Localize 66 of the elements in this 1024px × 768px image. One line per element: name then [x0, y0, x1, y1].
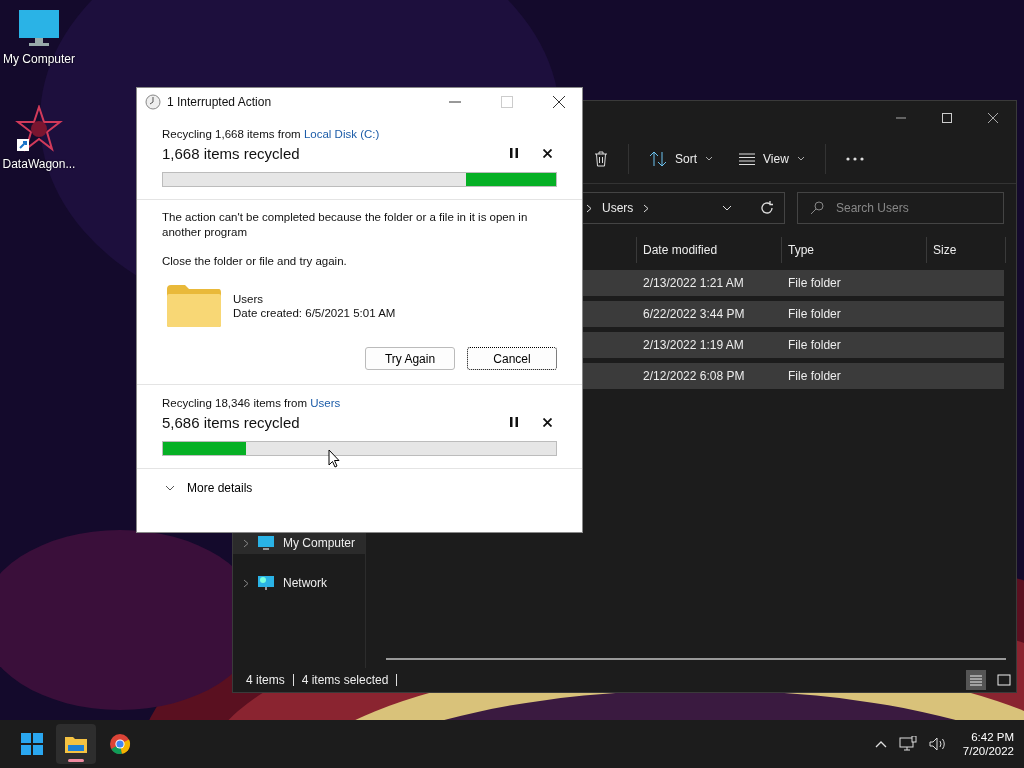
chevron-up-icon[interactable]	[874, 740, 887, 748]
lines-icon	[739, 153, 755, 165]
breadcrumb[interactable]: Users	[602, 201, 634, 215]
close-icon[interactable]	[553, 96, 565, 108]
star-shortcut-icon[interactable]	[15, 105, 63, 153]
clock-icon	[145, 94, 161, 110]
error-hint: Close the folder or file and try again.	[162, 254, 348, 269]
progress-status: 5,686 items recycled	[162, 413, 300, 431]
dropdown-icon[interactable]	[722, 205, 732, 211]
trash-icon[interactable]	[594, 151, 608, 167]
view-button[interactable]: View	[733, 148, 811, 170]
folder-icon	[64, 734, 88, 754]
dialog-button[interactable]: Cancel	[467, 347, 557, 370]
pause-icon[interactable]	[510, 148, 518, 158]
item-count: 4 items	[246, 673, 285, 687]
search-field[interactable]: Search Users	[797, 192, 1004, 224]
folder-icon	[165, 283, 223, 329]
details-view-button[interactable]	[966, 670, 986, 690]
list-icon	[969, 674, 983, 686]
expand-icon[interactable]	[243, 578, 249, 588]
sort-button[interactable]: Sort	[643, 147, 719, 171]
expand-icon[interactable]	[243, 538, 249, 548]
column-header[interactable]: Type	[781, 237, 927, 263]
mouse-cursor	[328, 449, 340, 468]
caret-icon	[705, 156, 713, 162]
window-title: 1 Interrupted Action	[167, 95, 272, 109]
chevron-right-icon[interactable]	[643, 203, 650, 213]
windows-icon	[21, 733, 43, 755]
monitor-icon[interactable]	[17, 8, 61, 48]
maximize-icon	[501, 96, 513, 108]
progress-status: 1,668 items recycled	[162, 144, 300, 162]
clock[interactable]: 6:42 PM 7/20/2022	[962, 731, 1014, 757]
item-name: Users	[233, 293, 265, 305]
taskbar-app[interactable]	[56, 724, 96, 764]
caret-icon	[796, 156, 805, 162]
scrollbar[interactable]	[386, 658, 1007, 660]
network-icon[interactable]	[898, 736, 917, 752]
network-icon	[257, 575, 275, 591]
close-icon[interactable]	[542, 148, 552, 158]
desktop-icon-label[interactable]: My Computer	[3, 52, 75, 66]
browser-icon	[109, 733, 131, 755]
dialog-button[interactable]: Try Again	[365, 347, 455, 370]
error-message: The action can't be completed because the folder or a file in it is open in another program	[162, 210, 529, 240]
source-link[interactable]: Users	[310, 397, 341, 409]
maximize-icon[interactable]	[942, 113, 952, 123]
source-link[interactable]: Local Disk (C:)	[303, 128, 380, 140]
close-icon[interactable]	[542, 417, 552, 427]
more-icon[interactable]	[845, 157, 864, 161]
desktop-icon-label[interactable]: DataWagon...	[2, 157, 76, 171]
volume-icon[interactable]	[928, 737, 947, 751]
operation-source: Recycling 18,346 items from Users	[162, 397, 342, 409]
close-icon[interactable]	[988, 113, 998, 123]
sort-arrows-icon	[649, 151, 667, 167]
chevron-down-icon	[165, 485, 175, 491]
search-icon	[810, 201, 824, 215]
selection-count: 4 items selected	[301, 673, 389, 687]
sidebar-label[interactable]: Network	[283, 576, 327, 590]
pause-icon[interactable]	[510, 417, 518, 427]
column-header[interactable]: Size	[926, 237, 1007, 263]
square-icon	[997, 674, 1011, 686]
chevron-right-icon	[586, 203, 592, 213]
column-header[interactable]: Date modified	[636, 237, 782, 263]
monitor-icon	[257, 535, 275, 551]
refresh-icon[interactable]	[760, 201, 774, 215]
operation-source: Recycling 1,668 items from Local Disk (C:)	[162, 128, 381, 140]
more-details-button[interactable]: More details	[162, 481, 253, 495]
